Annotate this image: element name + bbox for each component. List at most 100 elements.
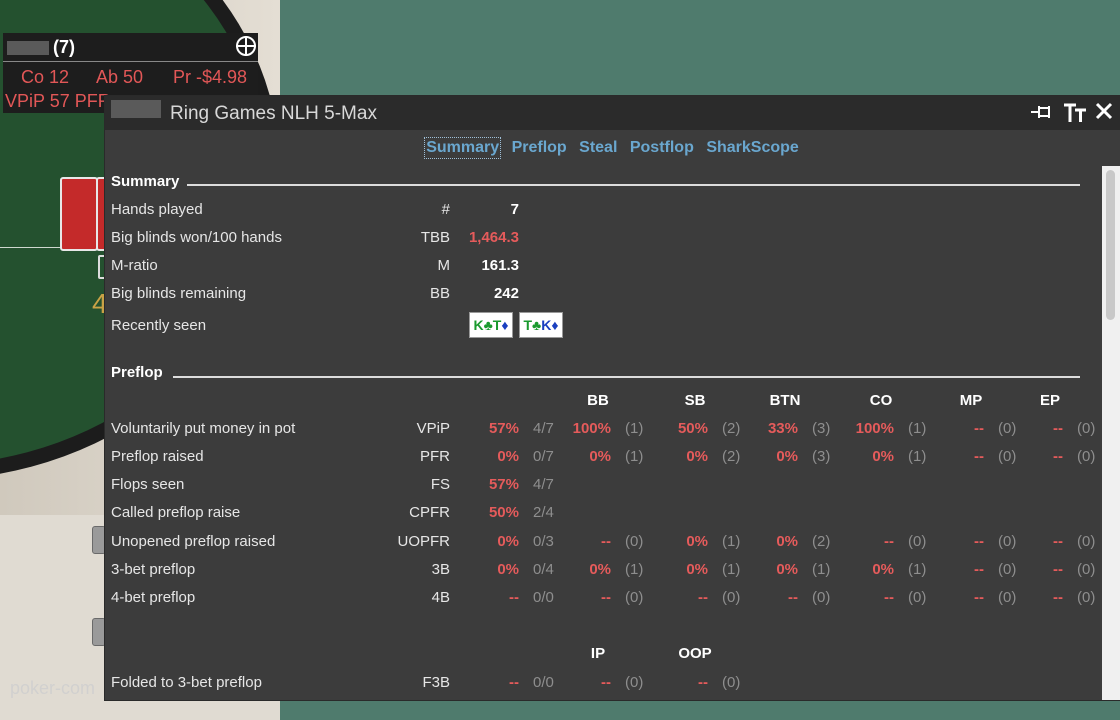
hud-stat-row2: VPiP 57 PFR [5,91,111,111]
stat-abbr: 3B [431,561,450,578]
position-value: -- [788,589,798,606]
position-value: -- [974,420,984,437]
stat-value: 7 [510,201,519,218]
position-count: (1) [625,420,644,437]
col-header-mp: MP [959,392,983,409]
tab-summary[interactable]: Summary [424,137,502,159]
position-count: (0) [1077,420,1096,437]
pin-icon[interactable] [1029,102,1055,128]
position-value: -- [601,674,611,691]
stat-label: Flops seen [111,476,185,493]
stat-abbr: BB [429,285,450,302]
stat-abbr: TBB [420,229,450,246]
diamond-icon: ♦ [551,317,559,333]
position-value: -- [1053,561,1063,578]
stat-total: -- [509,589,519,606]
stat-label: M-ratio [111,257,158,274]
col-header-oop: OOP [678,645,712,662]
position-value: 0% [872,561,894,578]
redacted-name [7,41,49,56]
position-value: 0% [589,448,611,465]
col-header-ep: EP [1039,392,1060,409]
close-icon[interactable] [1095,102,1113,126]
position-count: (0) [722,674,741,691]
stat-label: 4-bet preflop [111,589,196,606]
stat-abbr: FS [430,476,450,493]
hud-hand-count: (7) [53,37,75,57]
card-back [60,177,98,251]
position-value: -- [698,674,708,691]
position-value: -- [1053,420,1063,437]
stat-total: 57% [488,420,519,437]
position-value: 33% [767,420,798,437]
card-rank: K [541,317,552,333]
tab-steal[interactable]: Steal [578,138,618,158]
position-value: 0% [686,533,708,550]
col-header-ip: IP [590,645,606,662]
font-size-icon[interactable] [1063,102,1087,130]
stat-label: Big blinds won/100 hands [111,229,282,246]
card-rank: K [473,317,484,333]
stat-count: 4/7 [533,476,554,493]
tab-preflop[interactable]: Preflop [511,138,568,158]
hud-stat-pr: Pr -$4.98 [173,67,248,87]
recent-hand[interactable]: T♣K♦ [519,312,563,338]
position-value: -- [1053,533,1063,550]
stat-abbr: PFR [420,448,450,465]
tab-postflop[interactable]: Postflop [629,138,695,158]
stat-label: 3-bet preflop [111,561,196,578]
hud-stat-co: Co 12 [21,67,70,87]
stat-total: 0% [497,561,519,578]
position-value: 0% [872,448,894,465]
stat-count: 2/4 [533,504,554,521]
col-header-btn: BTN [769,392,801,409]
card-rank: T [523,317,533,333]
position-value: 0% [776,448,798,465]
diamond-icon: ♦ [501,317,509,333]
recent-hand[interactable]: K♣T♦ [469,312,513,338]
recently-seen-label: Recently seen [111,317,207,334]
position-value: 0% [589,561,611,578]
section-divider [187,184,1080,186]
stat-abbr: CPFR [409,504,450,521]
stat-label: Folded to 3-bet preflop [111,674,262,691]
stats-popup[interactable]: Ring Games NLH 5-Max Summary Preflop Ste… [105,96,1120,700]
position-value: 100% [572,420,611,437]
position-count: (0) [1077,561,1096,578]
stat-abbr: UOPFR [397,533,451,550]
stat-label: Big blinds remaining [111,285,247,302]
position-count: (0) [1077,448,1096,465]
position-value: 50% [677,420,708,437]
position-count: (1) [625,561,644,578]
tab-sharkscope[interactable]: SharkScope [705,138,799,158]
position-count: (0) [1077,533,1096,550]
hud-stat-ab: Ab 50 [96,67,144,87]
position-value: -- [974,533,984,550]
popup-titlebar[interactable]: Ring Games NLH 5-Max [105,96,1120,130]
scroll-thumb[interactable] [1106,170,1115,320]
stat-abbr: # [441,201,450,218]
hud-header: (7) [3,33,258,62]
position-value: -- [601,533,611,550]
position-value: -- [698,589,708,606]
table-button[interactable] [92,526,106,554]
position-value: 100% [855,420,894,437]
position-value: -- [974,561,984,578]
position-value: -- [1053,448,1063,465]
position-value: -- [974,448,984,465]
table-button[interactable] [92,618,106,646]
position-value: 0% [686,561,708,578]
position-value: -- [974,589,984,606]
stat-label: Called preflop raise [111,504,241,521]
position-count: (1) [625,448,644,465]
club-icon: ♣ [483,317,493,333]
stat-value: 242 [493,285,519,302]
stat-total: -- [509,674,519,691]
stat-total: 50% [488,504,519,521]
vertical-scrollbar[interactable] [1102,166,1120,700]
position-value: -- [601,589,611,606]
col-header-co: CO [869,392,893,409]
summary-heading: Summary [111,173,180,190]
position-value: 0% [776,533,798,550]
crosshair-icon[interactable] [236,36,256,56]
